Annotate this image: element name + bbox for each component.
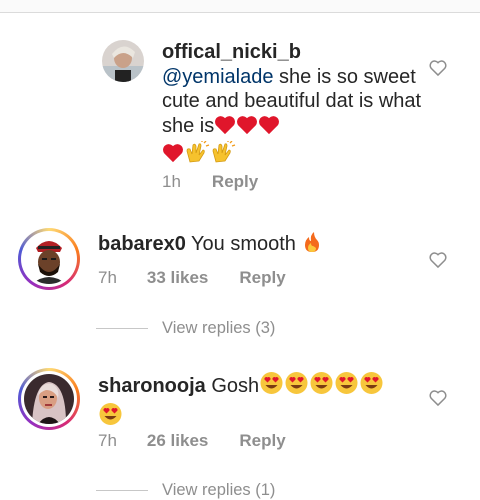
comment-text: You smooth [185, 233, 302, 255]
heart-eyes-icon [98, 402, 123, 433]
comment-text: Gosh [205, 375, 260, 397]
clapping-hands-icon [184, 140, 210, 170]
avatar[interactable] [24, 234, 74, 284]
view-replies-divider [96, 490, 148, 491]
view-replies-label: View replies (3) [162, 319, 276, 337]
like-heart-icon[interactable] [428, 388, 448, 408]
comment-username[interactable]: sharonooja [98, 375, 206, 397]
comment-username[interactable]: babarex0 [98, 233, 186, 255]
likes-count[interactable]: 33 likes [147, 268, 208, 288]
clapping-hands-icon [210, 140, 236, 170]
comment-time: 1h [162, 172, 181, 191]
comment-babarex0: babarex0 You smooth 7h 33 likes Reply Vi… [0, 200, 480, 350]
view-replies-button[interactable]: View replies (3) [96, 319, 275, 338]
heart-eyes-icon [359, 371, 384, 402]
fire-icon [302, 231, 322, 260]
heart-eyes-icon [309, 371, 334, 402]
comment-body: sharonooja Gosh [98, 371, 398, 432]
red-heart-icon [214, 115, 236, 142]
heart-eyes-icon [334, 371, 359, 402]
like-heart-icon[interactable] [428, 250, 448, 270]
comment-body: offical_nicki_b @yemialade she is so swe… [162, 40, 432, 170]
comment-meta: 7h 33 likes Reply [98, 268, 286, 288]
view-replies-divider [96, 328, 148, 329]
view-replies-label: View replies (1) [162, 481, 276, 499]
heart-eyes-icon [284, 371, 309, 402]
comment-meta: 7h 26 likes Reply [98, 431, 286, 451]
comment-meta: 1h Reply [162, 172, 258, 192]
comment-time: 7h [98, 268, 117, 287]
red-heart-icon [162, 143, 184, 170]
reply-button[interactable]: Reply [212, 172, 258, 192]
like-heart-icon[interactable] [428, 58, 448, 78]
reply-button[interactable]: Reply [239, 268, 285, 288]
heart-eyes-icon [259, 371, 284, 402]
comment-sharonooja: sharonooja Gosh 7h 26 likes Reply View r… [0, 360, 480, 499]
red-heart-icon [258, 115, 280, 142]
avatar[interactable] [102, 40, 144, 82]
reply-button[interactable]: Reply [239, 431, 285, 451]
likes-count[interactable]: 26 likes [147, 431, 208, 451]
mention-link[interactable]: @yemialade [162, 66, 273, 88]
comment-username[interactable]: offical_nicki_b [162, 41, 301, 63]
comment-time: 7h [98, 431, 117, 450]
red-heart-icon [236, 115, 258, 142]
view-replies-button[interactable]: View replies (1) [96, 481, 275, 500]
comment-reply-offical-nicki-b: offical_nicki_b @yemialade she is so swe… [0, 0, 480, 200]
comment-body: babarex0 You smooth [98, 231, 418, 260]
avatar[interactable] [24, 374, 74, 424]
